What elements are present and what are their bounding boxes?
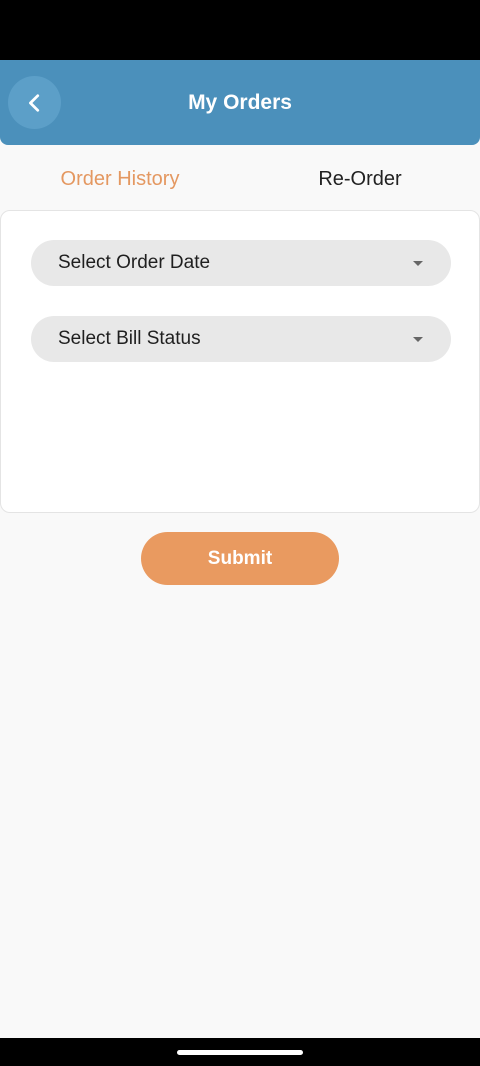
back-button[interactable] bbox=[8, 76, 61, 129]
system-navigation-bar bbox=[0, 1038, 480, 1066]
caret-down-icon bbox=[413, 337, 423, 342]
bill-status-select[interactable]: Select Bill Status bbox=[31, 316, 451, 362]
page-title: My Orders bbox=[188, 91, 292, 114]
status-bar bbox=[0, 0, 480, 60]
tab-order-history[interactable]: Order History bbox=[0, 150, 240, 208]
order-date-select-label: Select Order Date bbox=[58, 252, 211, 273]
home-indicator[interactable] bbox=[177, 1050, 303, 1055]
order-tabs: Order History Re-Order bbox=[0, 150, 480, 208]
caret-down-icon bbox=[413, 261, 423, 266]
app-header: My Orders bbox=[0, 60, 480, 145]
submit-button[interactable]: Submit bbox=[141, 532, 339, 585]
tab-re-order[interactable]: Re-Order bbox=[240, 150, 480, 208]
filter-card: Select Order Date Select Bill Status bbox=[0, 210, 480, 513]
chevron-left-icon bbox=[28, 93, 39, 112]
bill-status-select-label: Select Bill Status bbox=[58, 328, 201, 349]
order-date-select[interactable]: Select Order Date bbox=[31, 240, 451, 286]
